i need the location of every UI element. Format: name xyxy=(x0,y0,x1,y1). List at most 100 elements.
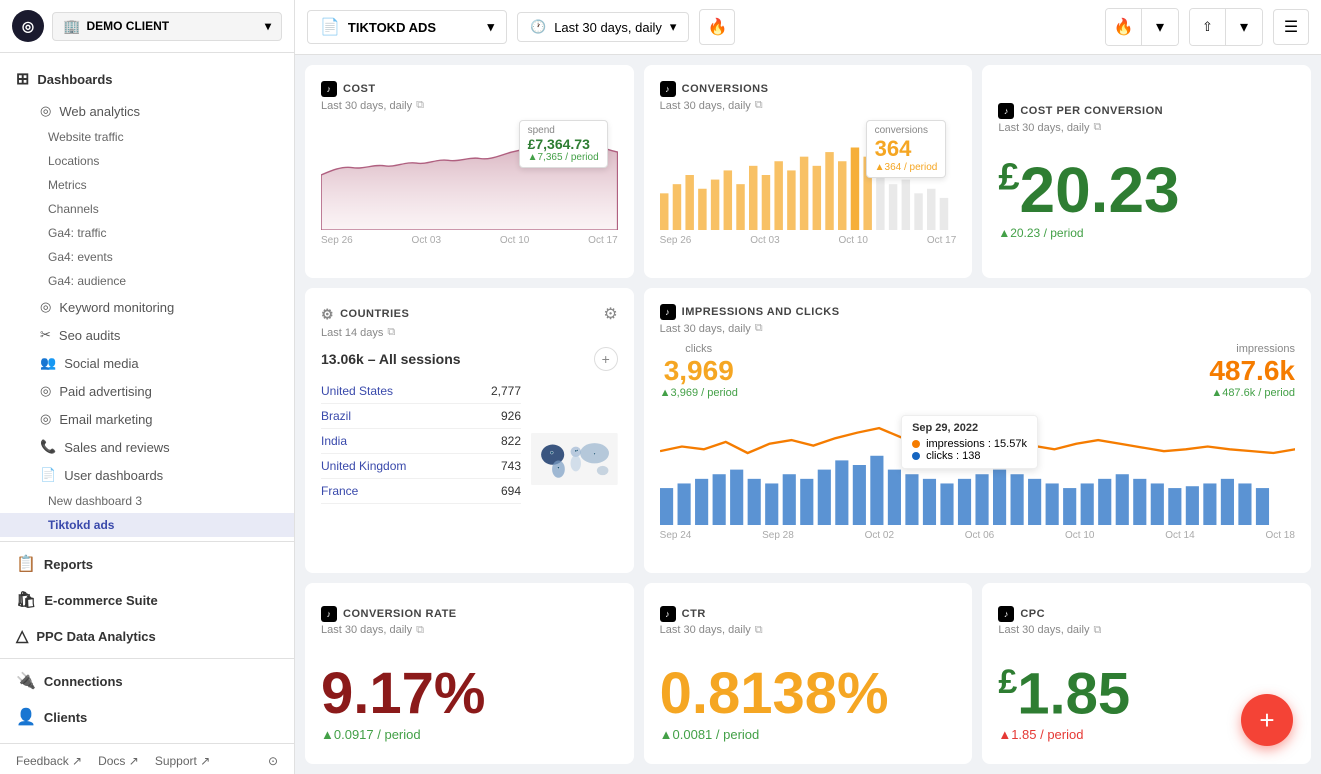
sidebar-header: ◎ 🏢 DEMO CLIENT ▾ xyxy=(0,0,294,53)
impressions-change: ▲487.6k / period xyxy=(1209,387,1295,399)
clicks-dot xyxy=(912,452,920,460)
keyword-icon: ◎ xyxy=(40,299,51,315)
dashboards-label: Dashboards xyxy=(37,72,112,87)
cost-widget: ♪ COST Last 30 days, daily ⧉ spend £7,36… xyxy=(305,65,634,278)
date-range-selector[interactable]: 🕐 Last 30 days, daily ▾ xyxy=(517,12,689,42)
copy-icon-cpc: ⧉ xyxy=(1093,121,1101,134)
sidebar-item-dashboards[interactable]: ⊞ Dashboards xyxy=(0,61,294,97)
country-name-br[interactable]: Brazil xyxy=(321,409,351,423)
dashboard-selector[interactable]: 📄 TIKTOKD ADS ▾ xyxy=(307,10,507,44)
conversion-rate-widget: ♪ CONVERSION RATE Last 30 days, daily ⧉ … xyxy=(305,583,634,764)
cpc-title: ♪ COST PER CONVERSION xyxy=(998,103,1163,119)
country-name-fr[interactable]: France xyxy=(321,484,358,498)
theme-icon-button[interactable]: 🔥 xyxy=(1106,9,1142,45)
country-val-uk: 743 xyxy=(501,459,521,473)
sidebar-item-connections[interactable]: 🔌 Connections xyxy=(0,663,294,699)
world-map-svg xyxy=(531,379,618,539)
country-name-in[interactable]: India xyxy=(321,434,347,448)
copy-icon-cpc2: ⧉ xyxy=(1093,624,1101,637)
conv-chart-labels: Sep 26 Oct 03 Oct 10 Oct 17 xyxy=(660,235,957,246)
sidebar-item-email-marketing[interactable]: ◎ Email marketing xyxy=(0,405,294,433)
countries-total: 13.06k – All sessions xyxy=(321,351,461,367)
grid-icon: ⊞ xyxy=(16,69,29,89)
sidebar-footer: Feedback ↗ Docs ↗ Support ↗ ⊙ xyxy=(0,743,294,774)
ga4-events-label: Ga4: events xyxy=(48,250,113,264)
sidebar-item-website-traffic[interactable]: Website traffic xyxy=(0,125,294,149)
theme-chevron-button[interactable]: ▾ xyxy=(1142,9,1178,45)
countries-subtitle: Last 14 days ⧉ xyxy=(321,326,618,339)
nav-toggle-icon[interactable]: ⊙ xyxy=(268,754,278,768)
countries-header: 13.06k – All sessions + xyxy=(321,347,618,371)
conv-rate-title: ♪ CONVERSION RATE xyxy=(321,606,457,622)
client-selector[interactable]: 🏢 DEMO CLIENT ▾ xyxy=(52,12,282,41)
sidebar-item-sales-reviews[interactable]: 📞 Sales and reviews xyxy=(0,433,294,461)
feedback-link[interactable]: Feedback ↗ xyxy=(16,754,82,768)
sidebar-item-web-analytics[interactable]: ◎ Web analytics xyxy=(0,97,294,125)
copy-icon-conv: ⧉ xyxy=(755,99,763,112)
sidebar-item-tiktokd-ads[interactable]: Tiktokd ads xyxy=(0,513,294,537)
cpc2-subtitle: Last 30 days, daily ⧉ xyxy=(998,624,1101,637)
ppc-icon: △ xyxy=(16,626,28,646)
impressions-tooltip: Sep 29, 2022 impressions : 15.57k clicks… xyxy=(901,415,1038,469)
sidebar-item-keyword-monitoring[interactable]: ◎ Keyword monitoring xyxy=(0,293,294,321)
sidebar-item-ga4-audience[interactable]: Ga4: audience xyxy=(0,269,294,293)
cpc2-big-value: £1.85 xyxy=(998,665,1130,723)
sidebar-item-ppc[interactable]: △ PPC Data Analytics xyxy=(0,618,294,654)
sidebar-item-paid-advertising[interactable]: ◎ Paid advertising xyxy=(0,377,294,405)
sidebar-item-ga4-events[interactable]: Ga4: events xyxy=(0,245,294,269)
world-map xyxy=(531,379,618,539)
ctr-value-area: 0.8138% ▲0.0081 / period xyxy=(660,665,889,742)
impressions-metrics-row: clicks 3,969 ▲3,969 / period impressions… xyxy=(660,343,1295,399)
dashboard-grid: ♪ COST Last 30 days, daily ⧉ spend £7,36… xyxy=(295,55,1321,774)
share-icon-button[interactable]: ⇧ xyxy=(1190,9,1226,45)
ecommerce-icon: 🛍 xyxy=(16,590,36,610)
sidebar-item-ga4-traffic[interactable]: Ga4: traffic xyxy=(0,221,294,245)
gear-icon-countries[interactable]: ⚙ xyxy=(321,306,334,323)
cpc-value-area: £20.23 ▲20.23 / period xyxy=(998,158,1295,240)
cpc2-value-area: £1.85 ▲1.85 / period xyxy=(998,665,1130,742)
sidebar-item-ecommerce[interactable]: 🛍 E-commerce Suite xyxy=(0,582,294,618)
conversions-widget: ♪ CONVERSIONS Last 30 days, daily ⧉ conv… xyxy=(644,65,973,278)
settings-icon-countries[interactable]: ⚙ xyxy=(603,304,617,324)
sidebar-item-seo-audits[interactable]: ✂ Seo audits xyxy=(0,321,294,349)
conv-rate-value-area: 9.17% ▲0.0917 / period xyxy=(321,665,485,742)
sidebar-item-channels[interactable]: Channels xyxy=(0,197,294,221)
sidebar-item-reports[interactable]: 📋 Reports xyxy=(0,546,294,582)
country-row-uk: United Kingdom 743 xyxy=(321,454,521,479)
connections-icon: 🔌 xyxy=(16,671,36,691)
user-dash-icon: 📄 xyxy=(40,467,56,483)
menu-button[interactable]: ☰ xyxy=(1273,9,1309,45)
clicks-change: ▲3,969 / period xyxy=(660,387,738,399)
clients-label: Clients xyxy=(44,710,87,725)
country-name-uk[interactable]: United Kingdom xyxy=(321,459,406,473)
fire-button[interactable]: 🔥 xyxy=(699,9,735,45)
cpc-subtitle: Last 30 days, daily ⧉ xyxy=(998,121,1101,134)
cost-per-conversion-widget: ♪ COST PER CONVERSION Last 30 days, dail… xyxy=(982,65,1311,278)
share-chevron-button[interactable]: ▾ xyxy=(1226,9,1262,45)
sidebar-item-metrics[interactable]: Metrics xyxy=(0,173,294,197)
web-analytics-icon: ◎ xyxy=(40,103,51,119)
reports-label: Reports xyxy=(44,557,93,572)
docs-link[interactable]: Docs ↗ xyxy=(98,754,139,768)
sidebar-item-social-media[interactable]: 👥 Social media xyxy=(0,349,294,377)
impressions-chart-area: Sep 29, 2022 impressions : 15.57k clicks… xyxy=(660,405,1295,545)
impressions-subtitle: Last 30 days, daily ⧉ xyxy=(660,322,1295,335)
seo-label: Seo audits xyxy=(59,328,120,343)
clicks-value: 3,969 xyxy=(660,355,738,387)
copy-icon: ⧉ xyxy=(416,99,424,112)
sidebar-item-user-dashboards[interactable]: 📄 User dashboards xyxy=(0,461,294,489)
copy-icon-imp: ⧉ xyxy=(755,322,763,335)
fab-add-button[interactable]: + xyxy=(1241,694,1293,746)
ctr-change: ▲0.0081 / period xyxy=(660,727,889,742)
tiktok-icon-convrate: ♪ xyxy=(321,606,337,622)
channels-label: Channels xyxy=(48,202,99,216)
clock-icon: 🕐 xyxy=(530,19,546,35)
country-name-us[interactable]: United States xyxy=(321,384,393,398)
new-dashboard-label: New dashboard 3 xyxy=(48,494,142,508)
sidebar-item-new-dashboard-3[interactable]: New dashboard 3 xyxy=(0,489,294,513)
add-country-button[interactable]: + xyxy=(594,347,618,371)
conv-rate-change: ▲0.0917 / period xyxy=(321,727,485,742)
sidebar-item-clients[interactable]: 👤 Clients xyxy=(0,699,294,735)
support-link[interactable]: Support ↗ xyxy=(155,754,210,768)
sidebar-item-locations[interactable]: Locations xyxy=(0,149,294,173)
